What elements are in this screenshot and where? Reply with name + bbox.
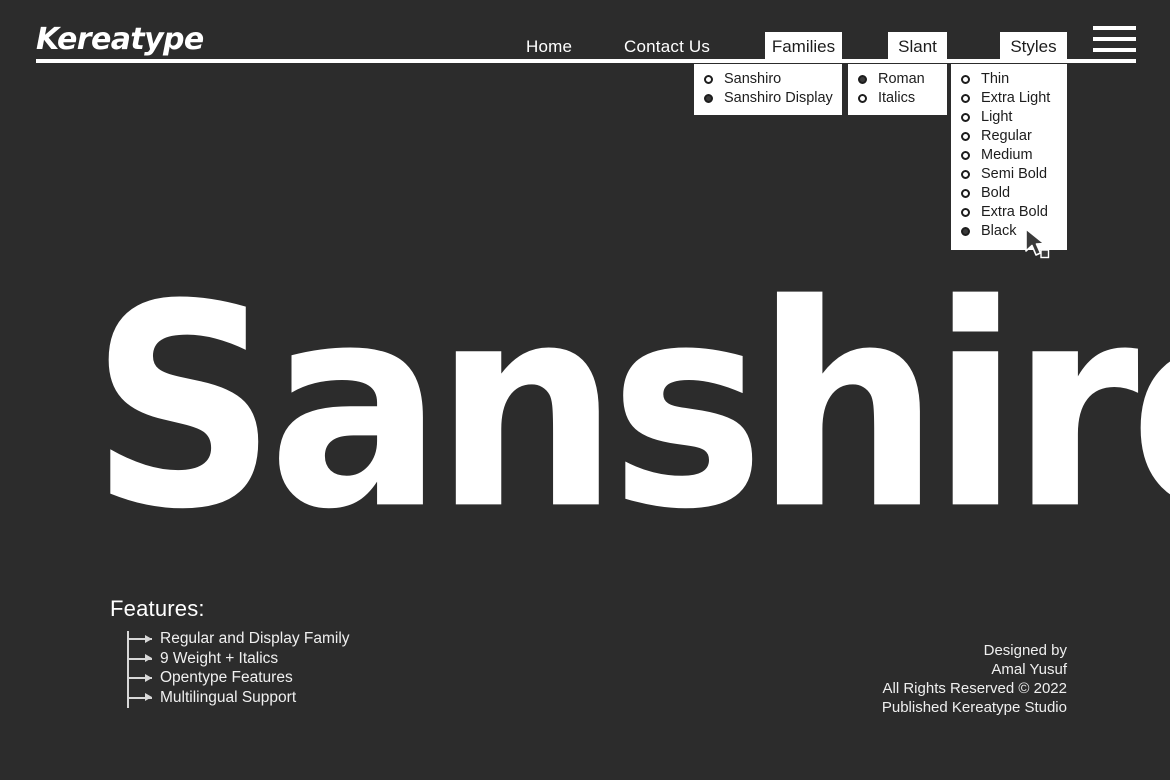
- radio-icon: [704, 94, 713, 103]
- list-item: Multilingual Support: [110, 688, 350, 708]
- option-label: Sanshiro: [724, 71, 782, 87]
- arrow-right-icon: [128, 673, 152, 682]
- option-extra-light[interactable]: Extra Light: [961, 89, 1057, 108]
- brand-logo[interactable]: Kereatype: [36, 22, 204, 57]
- nav-item-contact-us[interactable]: Contact Us: [624, 37, 710, 57]
- list-item: Regular and Display Family: [110, 629, 350, 649]
- option-roman[interactable]: Roman: [858, 70, 937, 89]
- list-item-label: 9 Weight + Italics: [160, 649, 279, 667]
- arrow-right-icon: [128, 634, 152, 643]
- radio-icon: [858, 94, 867, 103]
- option-medium[interactable]: Medium: [961, 146, 1057, 165]
- radio-icon: [961, 227, 970, 236]
- arrow-right-icon: [128, 654, 152, 662]
- option-label: Italics: [878, 90, 916, 106]
- footer-line-publisher: Published Kereatype Studio: [881, 699, 1067, 716]
- features-heading: Features:: [110, 596, 205, 621]
- option-extra-bold[interactable]: Extra Bold: [961, 203, 1057, 222]
- nav-item-home[interactable]: Home: [526, 37, 572, 57]
- option-sanshiro[interactable]: Sanshiro: [704, 70, 832, 89]
- radio-icon: [961, 170, 970, 179]
- option-thin[interactable]: Thin: [961, 70, 1057, 89]
- footer-credits: Designed by Amal Yusuf All Rights Reserv…: [882, 641, 1067, 717]
- radio-icon: [858, 75, 867, 84]
- header-divider: [36, 59, 1136, 63]
- option-label: Medium: [981, 147, 1033, 163]
- option-label: Extra Light: [981, 90, 1051, 106]
- dropdown-panel-slant: Roman Italics: [848, 64, 947, 115]
- radio-icon: [961, 208, 970, 217]
- footer-line-rights: All Rights Reserved © 2022: [882, 680, 1067, 697]
- list-item: Opentype Features: [110, 668, 350, 688]
- features-section: Features: Regular and Display Family 9 W…: [110, 596, 350, 708]
- arrow-right-icon: [128, 693, 152, 701]
- radio-icon: [961, 75, 970, 84]
- hamburger-menu-icon[interactable]: [1093, 26, 1136, 52]
- nav-tab-families[interactable]: Families: [765, 32, 842, 62]
- option-label: Light: [981, 109, 1013, 125]
- option-sanshiro-display[interactable]: Sanshiro Display: [704, 89, 833, 108]
- radio-icon: [961, 151, 970, 160]
- option-bold[interactable]: Bold: [961, 184, 1057, 203]
- page-title: Sanshiro: [90, 244, 1170, 571]
- site-header: Kereatype Home Contact Us Families Slant…: [0, 0, 1170, 64]
- option-regular[interactable]: Regular: [961, 127, 1057, 146]
- option-label: Thin: [981, 71, 1010, 87]
- hamburger-bar: [1093, 26, 1136, 30]
- option-semi-bold[interactable]: Semi Bold: [961, 165, 1057, 184]
- radio-icon: [961, 132, 970, 141]
- option-label: Regular: [981, 128, 1032, 144]
- footer-line-designed-by: Designed by: [983, 642, 1067, 659]
- features-list: Regular and Display Family 9 Weight + It…: [110, 629, 350, 708]
- option-label: Semi Bold: [981, 166, 1048, 182]
- option-label: Extra Bold: [981, 204, 1048, 220]
- dropdown-panel-styles: Thin Extra Light Light Regular Medium Se…: [951, 64, 1067, 250]
- option-label: Roman: [878, 71, 925, 87]
- radio-icon: [961, 94, 970, 103]
- option-label: Bold: [981, 185, 1011, 201]
- nav-tab-slant[interactable]: Slant: [888, 32, 947, 62]
- option-light[interactable]: Light: [961, 108, 1057, 127]
- radio-icon: [961, 189, 970, 198]
- radio-icon: [704, 75, 713, 84]
- list-item-label: Multilingual Support: [160, 688, 297, 706]
- list-item-label: Opentype Features: [160, 669, 293, 686]
- list-item: 9 Weight + Italics: [110, 649, 350, 669]
- radio-icon: [961, 113, 970, 122]
- option-label: Sanshiro Display: [724, 90, 833, 106]
- nav-tab-styles[interactable]: Styles: [1000, 32, 1067, 62]
- footer-line-author: Amal Yusuf: [991, 661, 1067, 678]
- option-label: Black: [981, 223, 1017, 239]
- hamburger-bar: [1093, 48, 1136, 52]
- option-italics[interactable]: Italics: [858, 89, 937, 108]
- hamburger-bar: [1093, 37, 1136, 41]
- dropdown-panel-families: Sanshiro Sanshiro Display: [694, 64, 842, 115]
- list-item-label: Regular and Display Family: [160, 630, 350, 647]
